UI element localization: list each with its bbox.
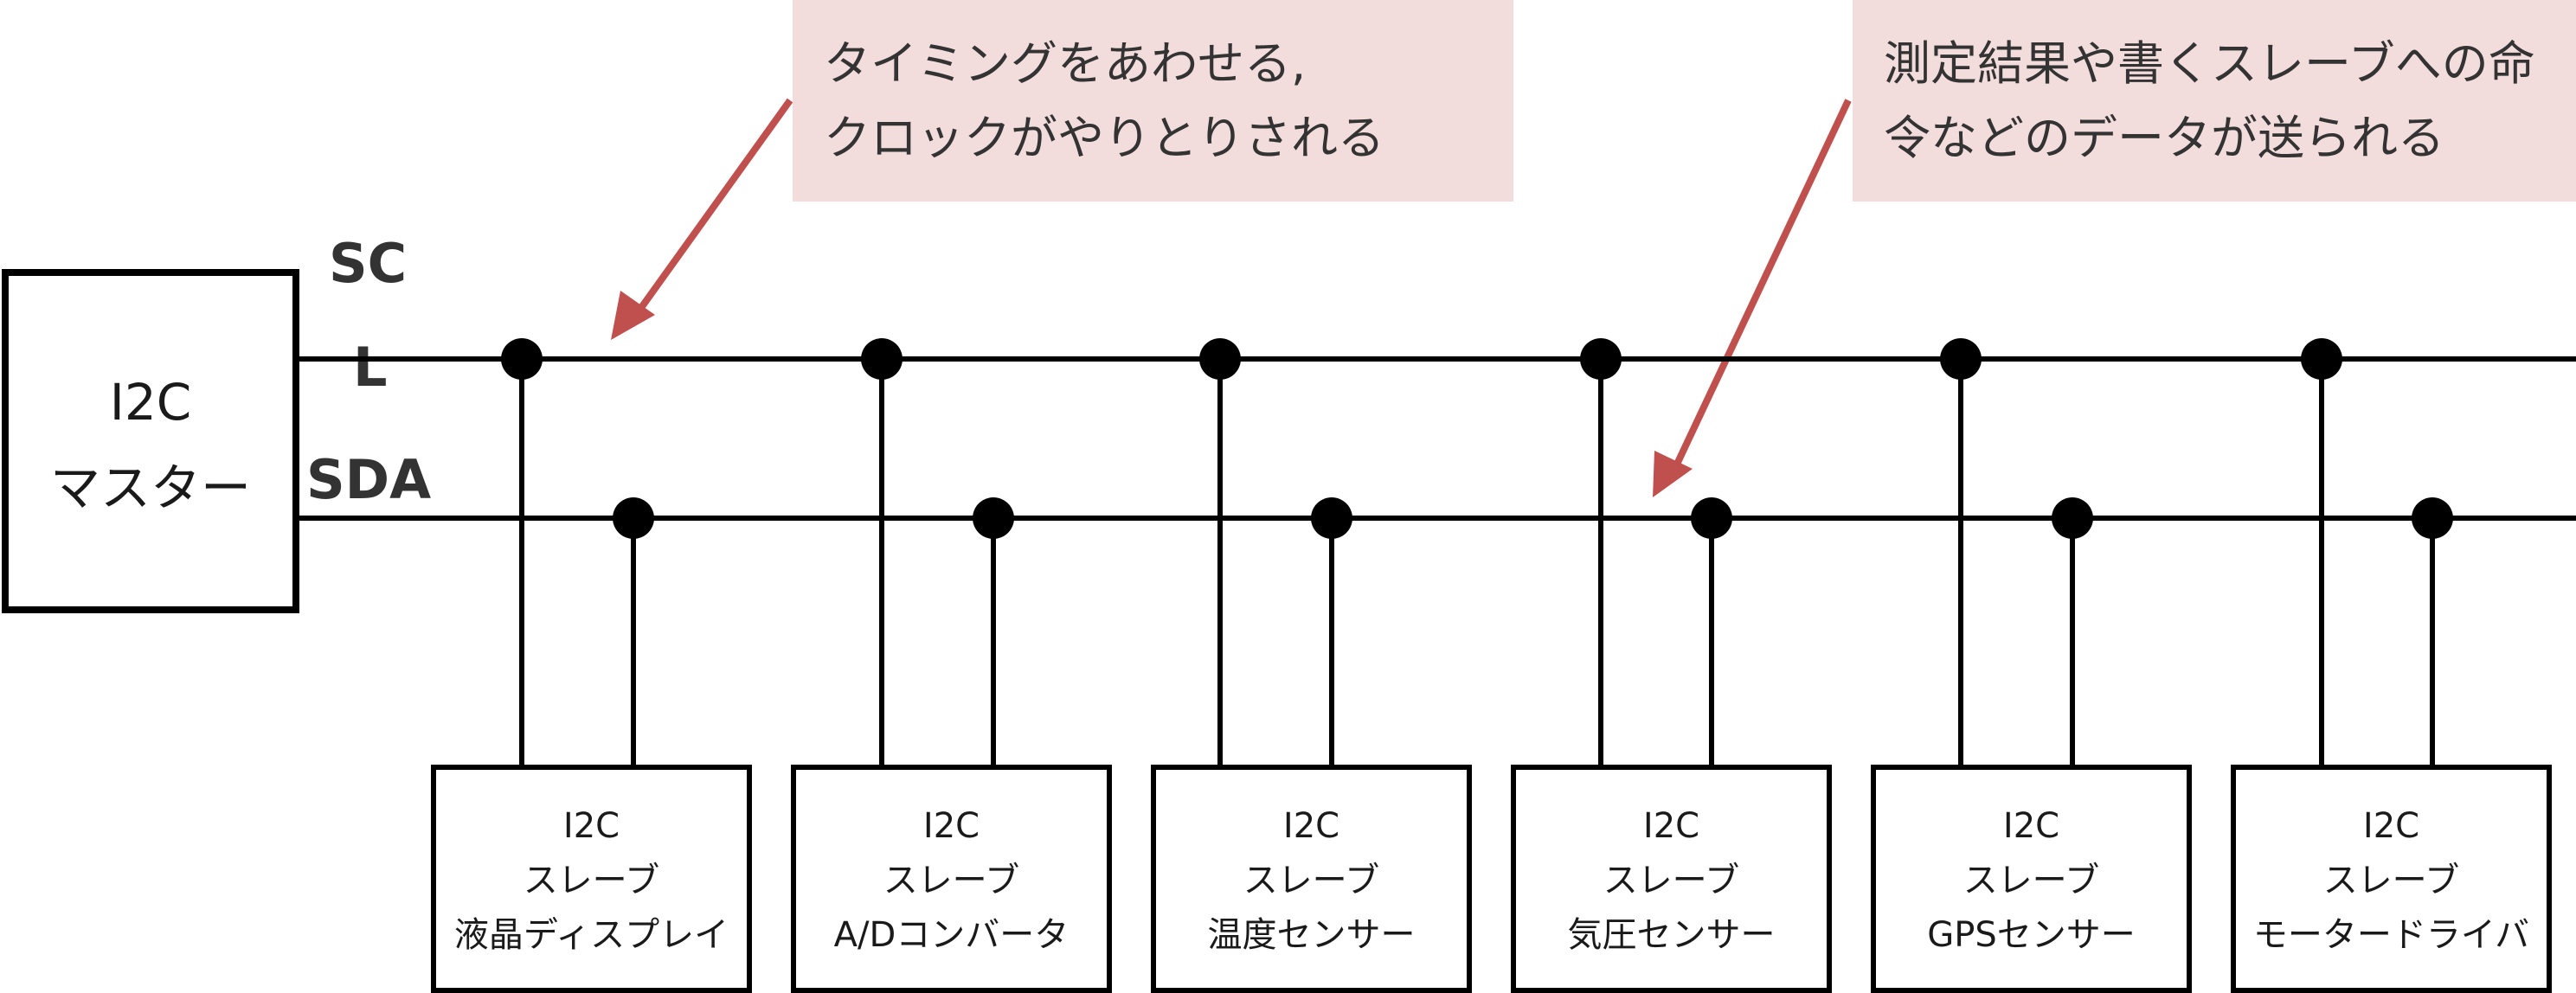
- slave-device-5: I2C スレーブ GPSセンサー: [1871, 338, 2192, 993]
- slave-devices: I2C スレーブ液晶ディスプレイ I2C スレーブ A/Dコンバータ I2C スレーブ温度セ…: [431, 338, 2552, 993]
- slave-label-line-1: I2C: [1643, 806, 1699, 846]
- slave-label-line-2: スレーブ: [883, 861, 1020, 900]
- callout-clock: タイミングをあわせる, クロックがやりとりされる: [793, 0, 1513, 202]
- slave-device-6: I2C スレーブモータードライバ: [2231, 338, 2552, 993]
- scl-junction-dot: [2301, 338, 2342, 380]
- slave-device-2: I2C スレーブ A/Dコンバータ: [791, 338, 1112, 993]
- sda-junction-dot: [1311, 497, 1352, 539]
- slave-label-line-2: スレーブ: [524, 861, 660, 900]
- sda-junction-dot: [973, 497, 1014, 539]
- slave-label-line-3: A/Dコンバータ: [834, 915, 1070, 955]
- master-label-line-2: マスター: [50, 458, 251, 517]
- scl-junction-dot: [501, 338, 543, 380]
- scl-junction-dot: [1940, 338, 1982, 380]
- callout-clock-line-1: タイミングをあわせる,: [824, 36, 1306, 91]
- slave-label-line-3: GPSセンサー: [1927, 915, 2136, 955]
- slave-label-line-1: I2C: [2363, 806, 2419, 846]
- slave-label-line-1: I2C: [1283, 806, 1339, 846]
- sda-junction-dot: [1691, 497, 1732, 539]
- slave-label-line-3: 温度センサー: [1208, 915, 1416, 955]
- slave-label-line-2: スレーブ: [1243, 861, 1380, 900]
- scl-label-top: SC: [329, 232, 407, 295]
- callout-data: 測定結果や書くスレーブへの命 令などのデータが送られる: [1853, 0, 2576, 202]
- slave-label-line-2: スレーブ: [2323, 861, 2460, 900]
- callout-data-bg: [1853, 0, 2576, 202]
- slave-label-line-3: 気圧センサー: [1568, 915, 1776, 955]
- scl-junction-dot: [1580, 338, 1622, 380]
- slave-device-1: I2C スレーブ液晶ディスプレイ: [431, 338, 752, 993]
- slave-label-line-2: スレーブ: [1963, 861, 2100, 900]
- slave-label-line-3: モータードライバ: [2253, 915, 2529, 955]
- scl-junction-dot: [1199, 338, 1241, 380]
- sda-junction-dot: [2412, 497, 2453, 539]
- scl-label-bottom: L: [353, 336, 388, 399]
- sda-junction-dot: [613, 497, 654, 539]
- slave-device-4: I2C スレーブ気圧センサー: [1511, 338, 1832, 993]
- slave-label-line-1: I2C: [2003, 806, 2059, 846]
- slave-label-line-1: I2C: [563, 806, 620, 846]
- sda-label: SDA: [306, 448, 431, 511]
- slave-device-3: I2C スレーブ温度センサー: [1151, 338, 1472, 993]
- slave-label-line-1: I2C: [923, 806, 980, 846]
- arrow-to-scl: [611, 98, 793, 340]
- callout-data-line-2: 令などのデータが送られる: [1884, 111, 2444, 165]
- master-label-line-1: I2C: [110, 373, 192, 432]
- callout-data-line-1: 測定結果や書くスレーブへの命: [1884, 36, 2535, 91]
- scl-junction-dot: [861, 338, 903, 380]
- arrow-to-sda: [1653, 99, 1852, 497]
- slave-label-line-2: スレーブ: [1603, 861, 1740, 900]
- sda-junction-dot: [2052, 497, 2093, 539]
- master-box: I2C マスター: [2, 269, 299, 613]
- callout-clock-line-2: クロックがやりとりされる: [824, 111, 1384, 165]
- callout-clock-bg: [793, 0, 1513, 202]
- slave-label-line-3: 液晶ディスプレイ: [454, 915, 729, 955]
- i2c-bus-diagram: タイミングをあわせる, クロックがやりとりされる 測定結果や書くスレーブへの命 …: [2, 0, 2576, 993]
